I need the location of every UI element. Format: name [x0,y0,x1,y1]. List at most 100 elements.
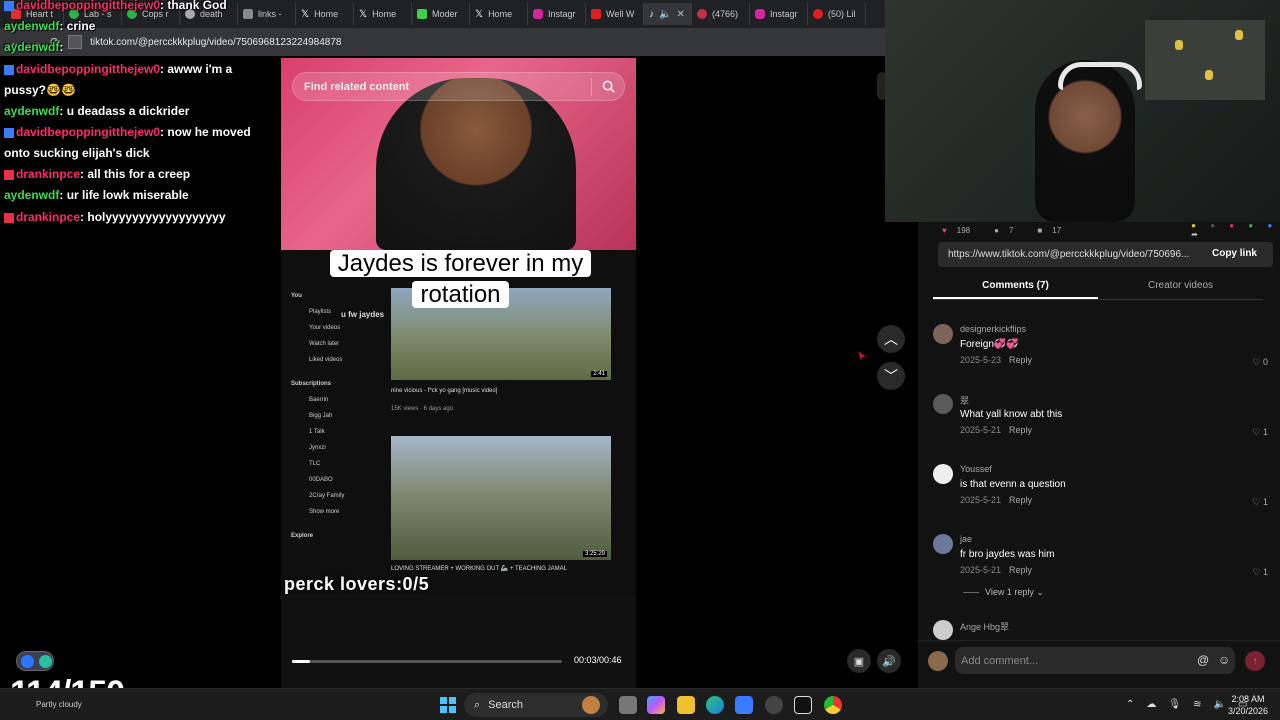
browser-tab[interactable]: 𝕏 Home [470,3,528,25]
yt-sidebar-item: TLC [309,461,321,467]
avatar[interactable] [928,651,948,671]
volume-icon[interactable]: 🔈 [1213,699,1225,710]
food-widget-icon[interactable] [582,696,600,714]
cloud-icon[interactable]: ☁ [1146,699,1156,710]
browser-tab[interactable]: 𝕏 Home [354,3,412,25]
yt-sidebar-item: 00DABO [309,477,333,483]
comment-item: designerkickflips Foreign💞💞 2025-5-23 Rep… [933,324,1268,384]
panel-tabs: Comments (7) Creator videos [933,276,1263,300]
comment-field[interactable] [955,647,1235,674]
heart-outline-icon: ♡ [1252,427,1261,437]
status-pill [16,651,54,671]
avatar[interactable] [933,620,953,640]
search-bar[interactable] [292,72,625,101]
chevron-up-icon[interactable]: ⌃ [1126,699,1134,710]
chrome-icon[interactable] [824,696,842,714]
comment-likes[interactable]: ♡ 1 [1252,497,1268,508]
avatar[interactable] [933,464,953,484]
instagram-icon [755,9,765,19]
stream-chat-overlay: davidbepoppingitthejew0: thank God ayden… [0,0,300,240]
send-button[interactable]: ↑ [1245,651,1265,671]
avatar[interactable] [933,324,953,344]
edge-icon[interactable] [706,696,724,714]
add-comment-bar: @ ☺ ↑ [918,640,1280,688]
chevron-down-icon: ⌄ [1036,587,1044,597]
share-link-text: https://www.tiktok.com/@percckkkplug/vid… [948,249,1190,260]
share-icons[interactable]: ● ● ● ● ● ➦ [1191,222,1280,239]
mention-icon[interactable]: @ [1197,653,1209,667]
chevron-up-icon: ︿ [884,331,898,347]
avatar[interactable] [933,394,953,414]
speaker-icon[interactable]: 🔈 [659,9,671,20]
tiktok-app-icon[interactable] [794,696,812,714]
copy-link-button[interactable]: Copy link [1212,248,1257,259]
browser-tab[interactable]: Instagr [528,3,586,25]
copilot-icon[interactable] [647,696,665,714]
search-input[interactable] [304,80,589,93]
yt-sidebar-item: Show more [309,509,340,515]
store-icon[interactable] [735,696,753,714]
browser-tab[interactable]: Moder [412,3,470,25]
file-explorer-icon[interactable] [677,696,695,714]
avatar[interactable] [933,534,953,554]
app-icon[interactable] [765,696,783,714]
thumbnail-duration: 2:41 [591,371,607,377]
webcam-figure-toy [1175,40,1183,50]
search-icon[interactable] [602,80,615,93]
chat-message: drankinpce: holyyyyyyyyyyyyyyyyyy [4,207,226,228]
heart-icon[interactable]: ♥ [942,226,947,235]
comment-likes[interactable]: ♡ 1 [1252,427,1268,438]
floating-player-button[interactable]: ▣ [847,649,871,673]
browser-tab-active[interactable]: ♪ 🔈 ✕ [644,3,692,25]
volume-button[interactable]: 🔊 [877,649,901,673]
next-video-button[interactable]: ﹀ [877,362,905,390]
share-link-box[interactable]: https://www.tiktok.com/@percckkkplug/vid… [938,242,1273,267]
thumbnail-duration: 3:25:29 [582,551,607,557]
windows-taskbar: Partly cloudy ⌕ Search ⌃ ☁ 🎙 ≋ 🔈 ▭ 2:08 A… [0,688,1280,720]
webcam-figure-toy [1205,70,1213,80]
comment-username[interactable]: jae [960,534,972,544]
action-row: ♥ 198 ● 7 ■ 17 ● ● ● ● ● ➦ [918,222,1280,239]
tab-comments[interactable]: Comments (7) [933,276,1098,299]
reply-button[interactable]: Reply [1009,425,1032,435]
close-tab-icon[interactable]: ✕ [676,9,684,20]
wifi-icon[interactable]: ≋ [1193,699,1201,710]
comment-username[interactable]: designerkickflips [960,324,1026,334]
webcam-figure-toy [1235,30,1243,40]
browser-tab[interactable]: (50) Lil [808,3,866,25]
comment-username[interactable]: Ange Hbg翠 [960,620,1009,633]
comment-likes[interactable]: ♡ 0 [1252,357,1268,368]
reply-button[interactable]: Reply [1009,495,1032,505]
microphone-icon[interactable]: 🎙 [1168,699,1181,710]
weather-widget[interactable]: Partly cloudy [36,700,82,709]
bookmark-icon[interactable]: ■ [1037,226,1042,235]
comment-date: 2025-5-21 [960,425,1002,435]
browser-tab[interactable]: Well W [586,3,644,25]
video-progress-bar[interactable] [292,660,562,663]
video-overlay-text: perck lovers:0/5 [284,574,430,594]
comment-meta: 2025-5-21 Reply [960,425,1032,435]
comment-meta: 2025-5-23 Reply [960,355,1032,365]
browser-tab[interactable]: Instagr [750,3,808,25]
comment-username[interactable]: 翠 [960,394,969,407]
windows-start-icon[interactable] [440,697,456,713]
comment-icon[interactable]: ● [994,226,999,235]
emoji-icon[interactable]: ☺ [1218,653,1230,667]
task-view-icon[interactable] [619,696,637,714]
comment-input[interactable] [961,654,1191,667]
speaker-icon: 🔊 [882,655,896,668]
tab-creator-videos[interactable]: Creator videos [1098,276,1263,299]
comment-username[interactable]: Youssef [960,464,992,474]
view-replies-button[interactable]: View 1 reply ⌄ [963,587,1044,598]
browser-tab[interactable]: (4766) [692,3,750,25]
browser-tab[interactable]: 𝕏 Home [296,3,354,25]
reply-button[interactable]: Reply [1009,355,1032,365]
reply-button[interactable]: Reply [1009,565,1032,575]
chat-message: davidbepoppingitthejew0: thank God [4,0,227,16]
chat-badge-icon [4,64,14,75]
comment-likes[interactable]: ♡ 1 [1252,567,1268,578]
chat-badge-icon [4,212,14,223]
taskbar-clock[interactable]: 2:08 AM 3/20/2026 [1228,693,1268,717]
previous-video-button[interactable]: ︿ [877,325,905,353]
yt-sidebar-item: Bigg Jah [309,413,333,419]
